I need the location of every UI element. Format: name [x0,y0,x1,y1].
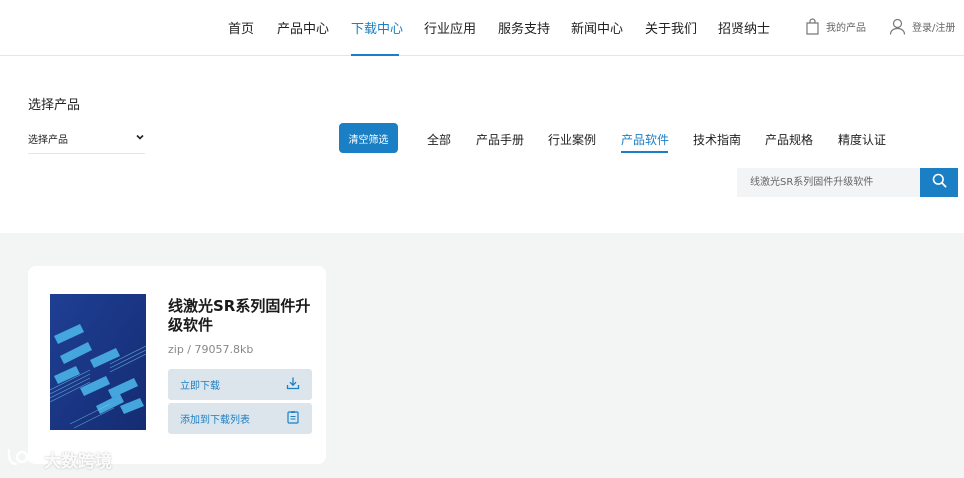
tab-active-indicator [621,151,668,153]
search-icon [932,173,947,192]
add-to-list-button[interactable]: 添加到下载列表 [168,403,312,434]
nav-industry[interactable]: 行业应用 [424,18,476,37]
watermark: 大数跨境 [6,446,112,473]
nav-support[interactable]: 服务支持 [498,18,550,37]
nav-products[interactable]: 产品中心 [277,18,329,37]
search-button[interactable] [920,168,958,197]
product-select-value: 选择产品 [28,135,68,146]
file-meta: zip / 79057.8kb [168,343,254,356]
tab-cases[interactable]: 行业案例 [548,131,596,148]
download-icon [286,376,300,393]
filter-title: 选择产品 [28,98,81,113]
nav-news[interactable]: 新闻中心 [571,18,623,37]
tab-specs[interactable]: 产品规格 [765,131,813,148]
user-icon [889,18,906,35]
file-title: 线激光SR系列固件升级软件 [168,297,311,334]
nav-home[interactable]: 首页 [228,18,254,37]
chevron-down-icon [135,132,145,145]
download-card: 线激光SR系列固件升级软件 zip / 79057.8kb 立即下载 添加到下载… [28,266,326,464]
tab-guides[interactable]: 技术指南 [693,131,741,148]
tab-software[interactable]: 产品软件 [621,131,669,148]
my-products-link[interactable]: 我的产品 [805,18,866,35]
nav-downloads[interactable]: 下载中心 [351,18,403,37]
search-input[interactable] [737,168,920,197]
shopping-bag-icon [805,18,820,35]
tab-all[interactable]: 全部 [427,131,451,148]
top-header: 首页 产品中心 下载中心 行业应用 服务支持 新闻中心 关于我们 招贤纳士 我的… [0,0,964,56]
download-now-button[interactable]: 立即下载 [168,369,312,400]
nav-about[interactable]: 关于我们 [645,18,697,37]
nav-active-indicator [351,54,399,56]
watermark-text: 大数跨境 [44,452,112,472]
login-label: 登录/注册 [912,23,956,34]
login-link[interactable]: 登录/注册 [889,18,955,35]
tab-manuals[interactable]: 产品手册 [476,131,524,148]
file-cover-image [50,294,146,430]
tab-certification[interactable]: 精度认证 [838,131,886,148]
watermark-logo-icon [6,446,40,473]
add-to-list-label: 添加到下载列表 [180,415,250,426]
my-products-label: 我的产品 [826,23,866,34]
clipboard-list-icon [286,410,300,427]
nav-careers[interactable]: 招贤纳士 [718,18,770,37]
clear-filter-button[interactable]: 清空筛选 [339,123,398,153]
download-now-label: 立即下载 [180,381,220,392]
product-select[interactable]: 选择产品 [28,124,145,154]
